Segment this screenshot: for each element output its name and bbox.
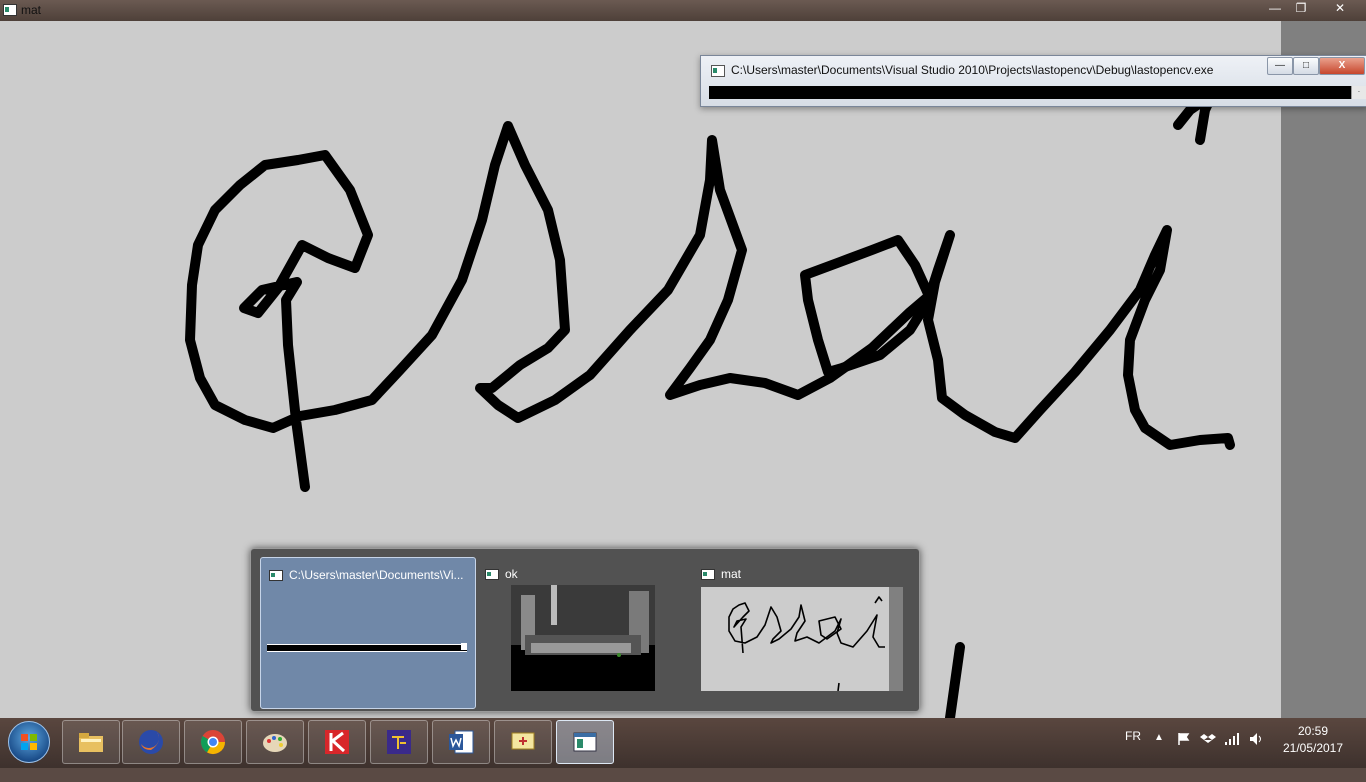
taskbar-snipping[interactable]	[494, 720, 552, 764]
canvas-margin	[1281, 21, 1366, 718]
console-title: C:\Users\master\Documents\Visual Studio …	[731, 63, 1214, 77]
language-indicator[interactable]: FR	[1125, 729, 1141, 779]
restore-button[interactable]: ❐	[1287, 0, 1315, 18]
palette-icon	[263, 734, 287, 752]
console-thumb-icon	[269, 570, 283, 581]
console-close-button[interactable]: X	[1319, 57, 1365, 75]
window-app-icon	[3, 4, 17, 16]
console-icon	[711, 65, 725, 77]
taskbar-paint[interactable]	[246, 720, 304, 764]
thumbnail-label: C:\Users\master\Documents\Vi...	[289, 568, 464, 582]
tex-icon	[387, 730, 411, 754]
folder-icon	[79, 733, 103, 752]
kaspersky-icon	[325, 730, 349, 754]
mat-thumb-preview	[701, 587, 903, 691]
action-center-flag-icon[interactable]	[1176, 732, 1190, 782]
taskbar-texmaker[interactable]	[370, 720, 428, 764]
network-signal-icon[interactable]	[1224, 732, 1240, 782]
volume-icon[interactable]	[1249, 732, 1265, 782]
tray-show-hidden-icon[interactable]: ▲	[1154, 732, 1164, 782]
console-minimize-button[interactable]: —	[1267, 57, 1293, 75]
thumbnail-label: mat	[721, 567, 742, 581]
console-window[interactable]: C:\Users\master\Documents\Visual Studio …	[700, 55, 1366, 107]
minimize-button[interactable]: —	[1261, 0, 1289, 18]
mat-window-titlebar[interactable]: mat — ❐ ✕	[0, 0, 1366, 21]
taskbar-chrome[interactable]	[184, 720, 242, 764]
console-thumb-scroll	[461, 643, 467, 650]
ok-thumb-preview	[511, 585, 655, 691]
taskbar-kaspersky[interactable]	[308, 720, 366, 764]
stroke-tick	[945, 642, 965, 718]
thumbnail-ok[interactable]: ok	[477, 557, 687, 707]
console-maximize-button[interactable]: □	[1293, 57, 1319, 75]
thumbnail-console[interactable]: C:\Users\master\Documents\Vi...	[260, 557, 476, 709]
taskbar: FR ▲ 20:59 21/05/2017	[0, 718, 1366, 768]
console-thumb-preview	[267, 644, 467, 652]
app-window-icon	[573, 732, 597, 752]
console-scrollbar[interactable]: ·	[1351, 86, 1366, 99]
system-clock[interactable]: 20:59 21/05/2017	[1268, 723, 1358, 757]
snipping-icon	[511, 732, 535, 750]
close-button[interactable]: ✕	[1326, 0, 1354, 18]
taskbar-opencv-windows[interactable]	[556, 720, 614, 764]
word-icon	[449, 730, 474, 754]
taskbar-word[interactable]	[432, 720, 490, 764]
clock-time: 20:59	[1297, 724, 1329, 738]
windows-logo-icon	[21, 734, 37, 750]
start-button[interactable]	[8, 721, 50, 763]
taskbar-explorer[interactable]	[62, 720, 120, 764]
taskbar-firefox[interactable]	[122, 720, 180, 764]
ok-thumb-icon	[485, 569, 499, 580]
clock-date: 21/05/2017	[1282, 741, 1344, 755]
stroke-curl	[185, 121, 1235, 492]
thumbnail-label: ok	[505, 567, 518, 581]
chrome-icon	[200, 730, 225, 755]
console-output	[709, 86, 1351, 99]
thumbnail-mat[interactable]: mat	[693, 557, 907, 707]
window-title: mat	[21, 3, 42, 17]
taskbar-thumbnail-popup: C:\Users\master\Documents\Vi... ok mat	[250, 548, 920, 712]
dropbox-icon[interactable]	[1200, 732, 1216, 782]
mat-thumb-icon	[701, 569, 715, 580]
firefox-icon	[139, 730, 163, 754]
